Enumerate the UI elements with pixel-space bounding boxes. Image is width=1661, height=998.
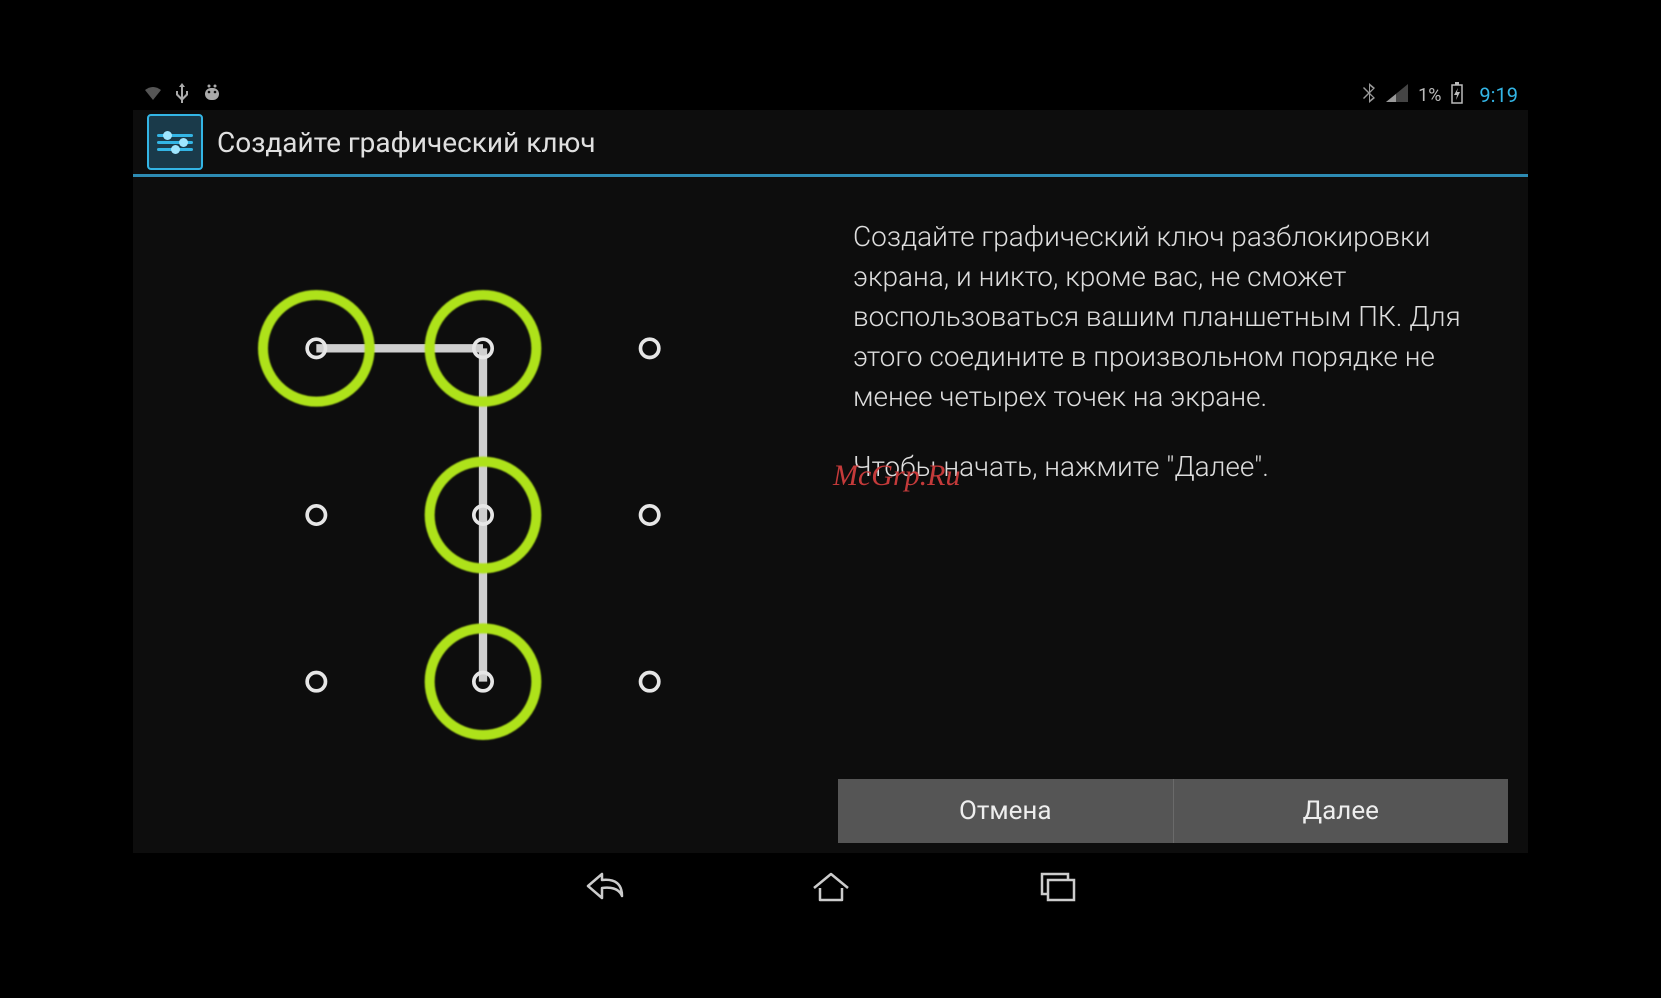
page-title: Создайте графический ключ <box>217 126 596 159</box>
settings-icon <box>147 114 203 170</box>
status-bar: 1% 9:19 <box>133 80 1528 110</box>
home-icon[interactable] <box>808 863 854 909</box>
watermark-text: McGrp.Ru <box>833 459 960 493</box>
back-icon[interactable] <box>582 863 628 909</box>
system-nav-bar <box>133 853 1528 918</box>
status-clock: 9:19 <box>1479 83 1518 107</box>
bluetooth-icon <box>1362 82 1376 109</box>
debug-icon <box>201 83 223 107</box>
button-row: Отмена Далее <box>838 779 1508 843</box>
battery-percent: 1% <box>1418 85 1441 106</box>
title-bar: Создайте графический ключ <box>133 110 1528 174</box>
wifi-icon <box>143 83 163 107</box>
next-button[interactable]: Далее <box>1173 779 1509 843</box>
usb-icon <box>175 83 189 108</box>
signal-icon <box>1386 83 1408 107</box>
recent-apps-icon[interactable] <box>1034 863 1080 909</box>
battery-charging-icon <box>1451 82 1463 109</box>
pattern-lock-grid[interactable] <box>133 177 833 853</box>
instruction-text: Создайте графический ключ разблокировки … <box>853 217 1498 487</box>
instruction-paragraph-1: Создайте графический ключ разблокировки … <box>853 217 1498 417</box>
cancel-button[interactable]: Отмена <box>838 779 1173 843</box>
